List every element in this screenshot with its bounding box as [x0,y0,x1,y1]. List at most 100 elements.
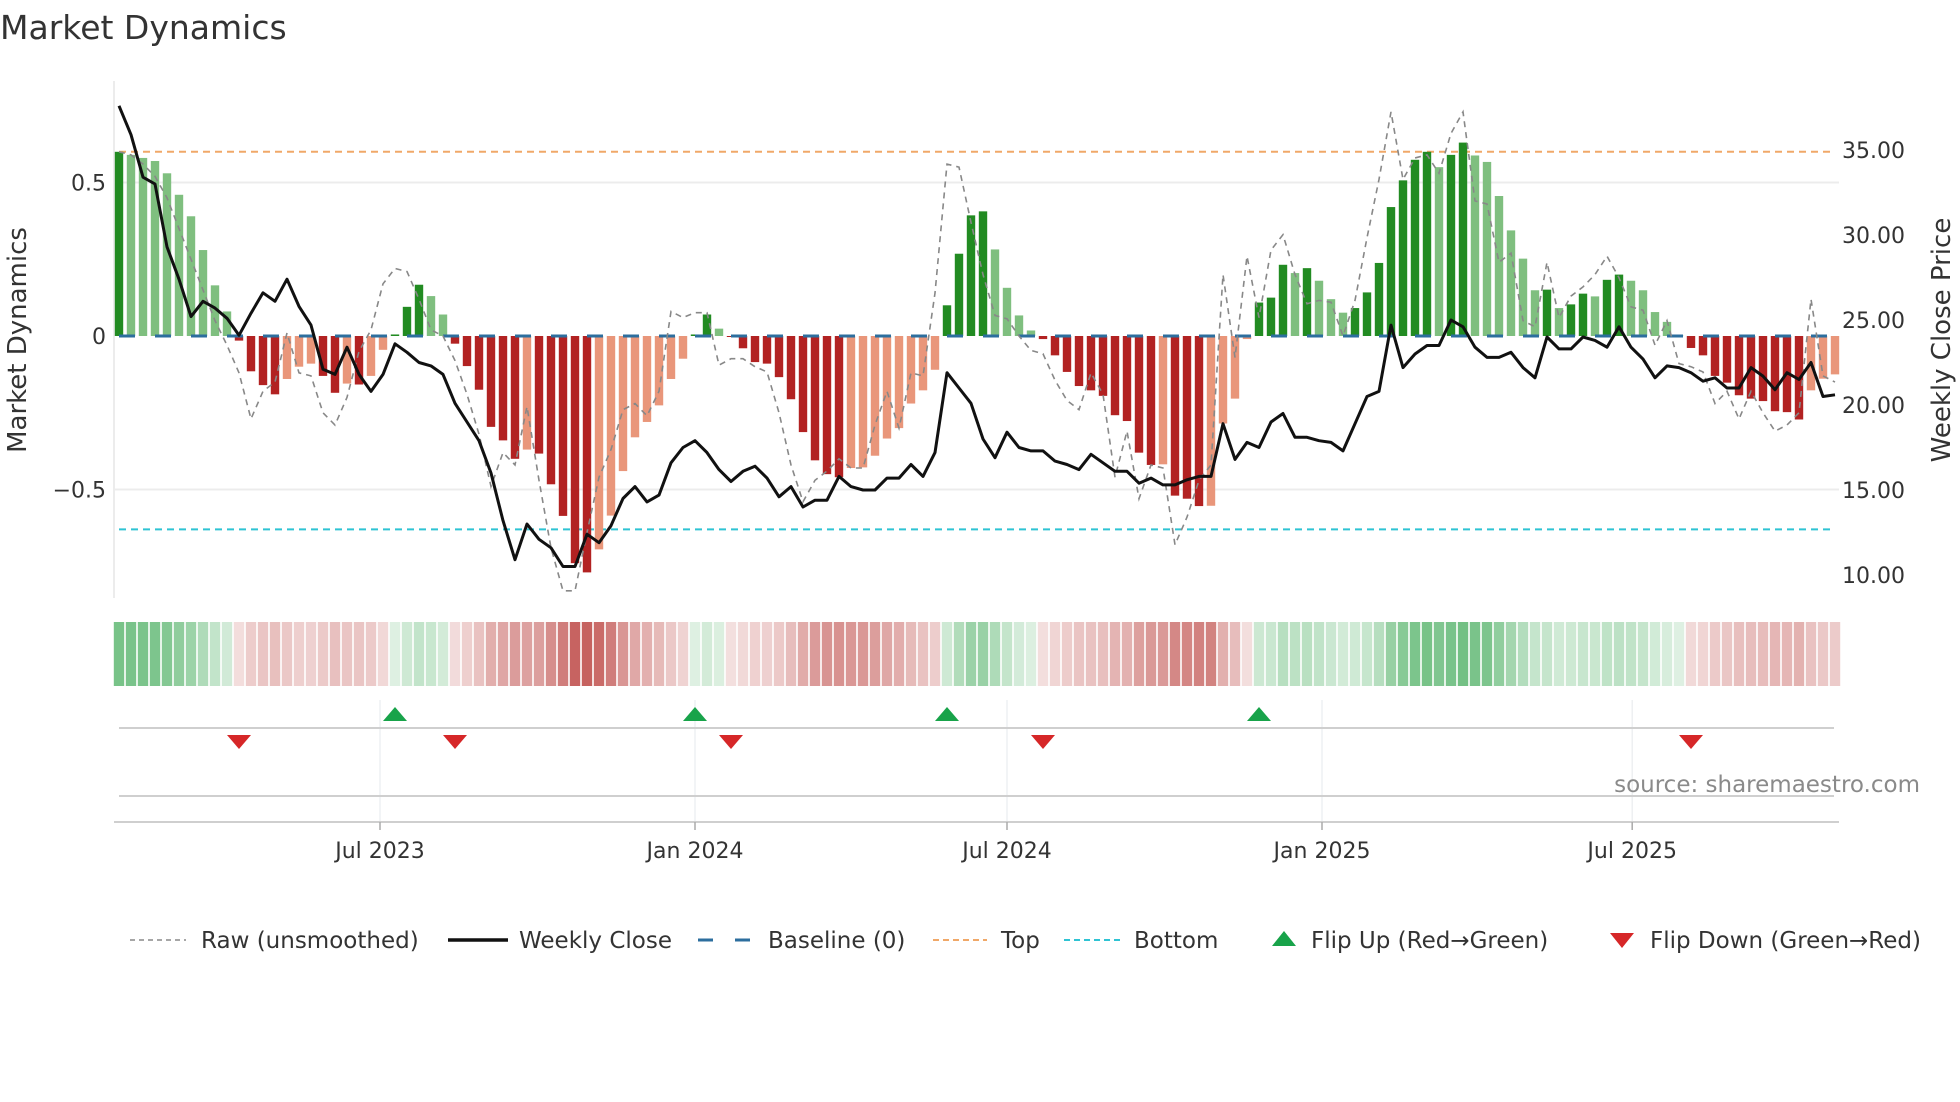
heat-cell [905,622,917,686]
dynamics-bar [366,336,376,376]
heat-cell [389,622,401,686]
dynamics-bar [1686,336,1696,348]
dynamics-bar [126,154,136,336]
legend-item-flip-down: Flip Down (Green→Red) [1610,928,1921,954]
heat-cell [1361,622,1373,686]
dynamics-bar [462,336,472,367]
heat-cell [1457,622,1469,686]
dynamics-bar [1182,336,1192,499]
heat-cell [1769,622,1781,686]
dynamics-bar [258,336,268,386]
heat-cell [689,622,701,686]
heat-cell [821,622,833,686]
dynamics-bar [906,336,916,404]
dynamics-bar [1278,264,1288,336]
dynamics-bar [390,334,400,336]
dynamics-bar [1266,297,1276,336]
dynamics-bar [1398,180,1408,336]
heat-cell [1289,622,1301,686]
left-tick-label: −0.5 [53,479,106,504]
dynamics-bar [594,336,604,550]
heat-cell [245,622,257,686]
heat-cell [1037,622,1049,686]
dynamics-bar [1146,336,1156,465]
heat-cell [1181,622,1193,686]
right-axis-ticks: 35.00 30.00 25.00 20.00 15.00 10.00 [1842,139,1905,589]
heat-cell [605,622,617,686]
flip-up-marker [383,707,407,721]
dynamics-bar [1518,258,1528,336]
heat-cell [977,622,989,686]
dynamics-bar [426,296,436,336]
heat-cell [1073,622,1085,686]
dynamics-bar [270,336,280,395]
dynamics-bar [1098,336,1108,396]
flip-down-marker [443,735,467,749]
heat-cell [1793,622,1805,686]
heat-cell [521,622,533,686]
heat-cell [653,622,665,686]
heat-cell [1697,622,1709,686]
legend-item-raw: Raw (unsmoothed) [130,928,419,954]
heat-cell [797,622,809,686]
dynamics-bar [474,336,484,390]
heat-cell [893,622,905,686]
dynamics-bar [1158,336,1168,465]
dynamics-bar [1062,336,1072,372]
heat-cell [1277,622,1289,686]
x-tick-label: Jul 2024 [960,839,1052,864]
heat-cell [1745,622,1757,686]
legend: Raw (unsmoothed) Weekly Close Baseline (0)… [130,928,1921,954]
heat-cell [1001,622,1013,686]
heat-cell [1685,622,1697,686]
heat-cell [149,622,161,686]
heat-cell [1733,622,1745,686]
heat-cell [1025,622,1037,686]
heat-cell [641,622,653,686]
dynamics-bar [546,336,556,485]
heat-cell [233,622,245,686]
heat-cell [1121,622,1133,686]
dynamics-bar [678,336,688,359]
dynamics-bar [1566,304,1576,336]
dynamics-bar [1002,287,1012,336]
heat-cell [113,622,125,686]
dynamics-bar [1422,151,1432,336]
heat-cell [1529,622,1541,686]
heat-cell [725,622,737,686]
heat-cell [1205,622,1217,686]
heat-cell [497,622,509,686]
heat-cell [989,622,1001,686]
dynamics-bar [918,336,928,391]
dynamics-bar [882,336,892,439]
legend-label: Raw (unsmoothed) [201,928,419,954]
heat-cell [1541,622,1553,686]
dynamics-bar [510,336,520,459]
heat-cell [125,622,137,686]
heat-cell [185,622,197,686]
heat-cell [221,622,233,686]
dynamics-bar [1494,196,1504,336]
dynamics-bar [1254,302,1264,336]
dynamics-bar [786,336,796,400]
heat-cell [713,622,725,686]
heat-cell [1805,622,1817,686]
dynamics-bar [1014,315,1024,336]
dynamics-bar [1698,336,1708,356]
flip-up-marker [683,707,707,721]
dynamics-bar [666,336,676,379]
legend-label: Bottom [1134,928,1218,954]
heat-cell [329,622,341,686]
heat-cell [1445,622,1457,686]
heat-cell [461,622,473,686]
heat-cell [737,622,749,686]
heat-cell [1313,622,1325,686]
dynamics-bar [618,336,628,472]
heat-cell [1217,622,1229,686]
dynamics-bar [834,336,844,478]
heat-cell [629,622,641,686]
legend-item-flip-up: Flip Up (Red→Green) [1272,928,1548,954]
right-tick-label: 10.00 [1842,564,1905,589]
dynamics-bar [1530,290,1540,336]
right-tick-label: 20.00 [1842,394,1905,419]
